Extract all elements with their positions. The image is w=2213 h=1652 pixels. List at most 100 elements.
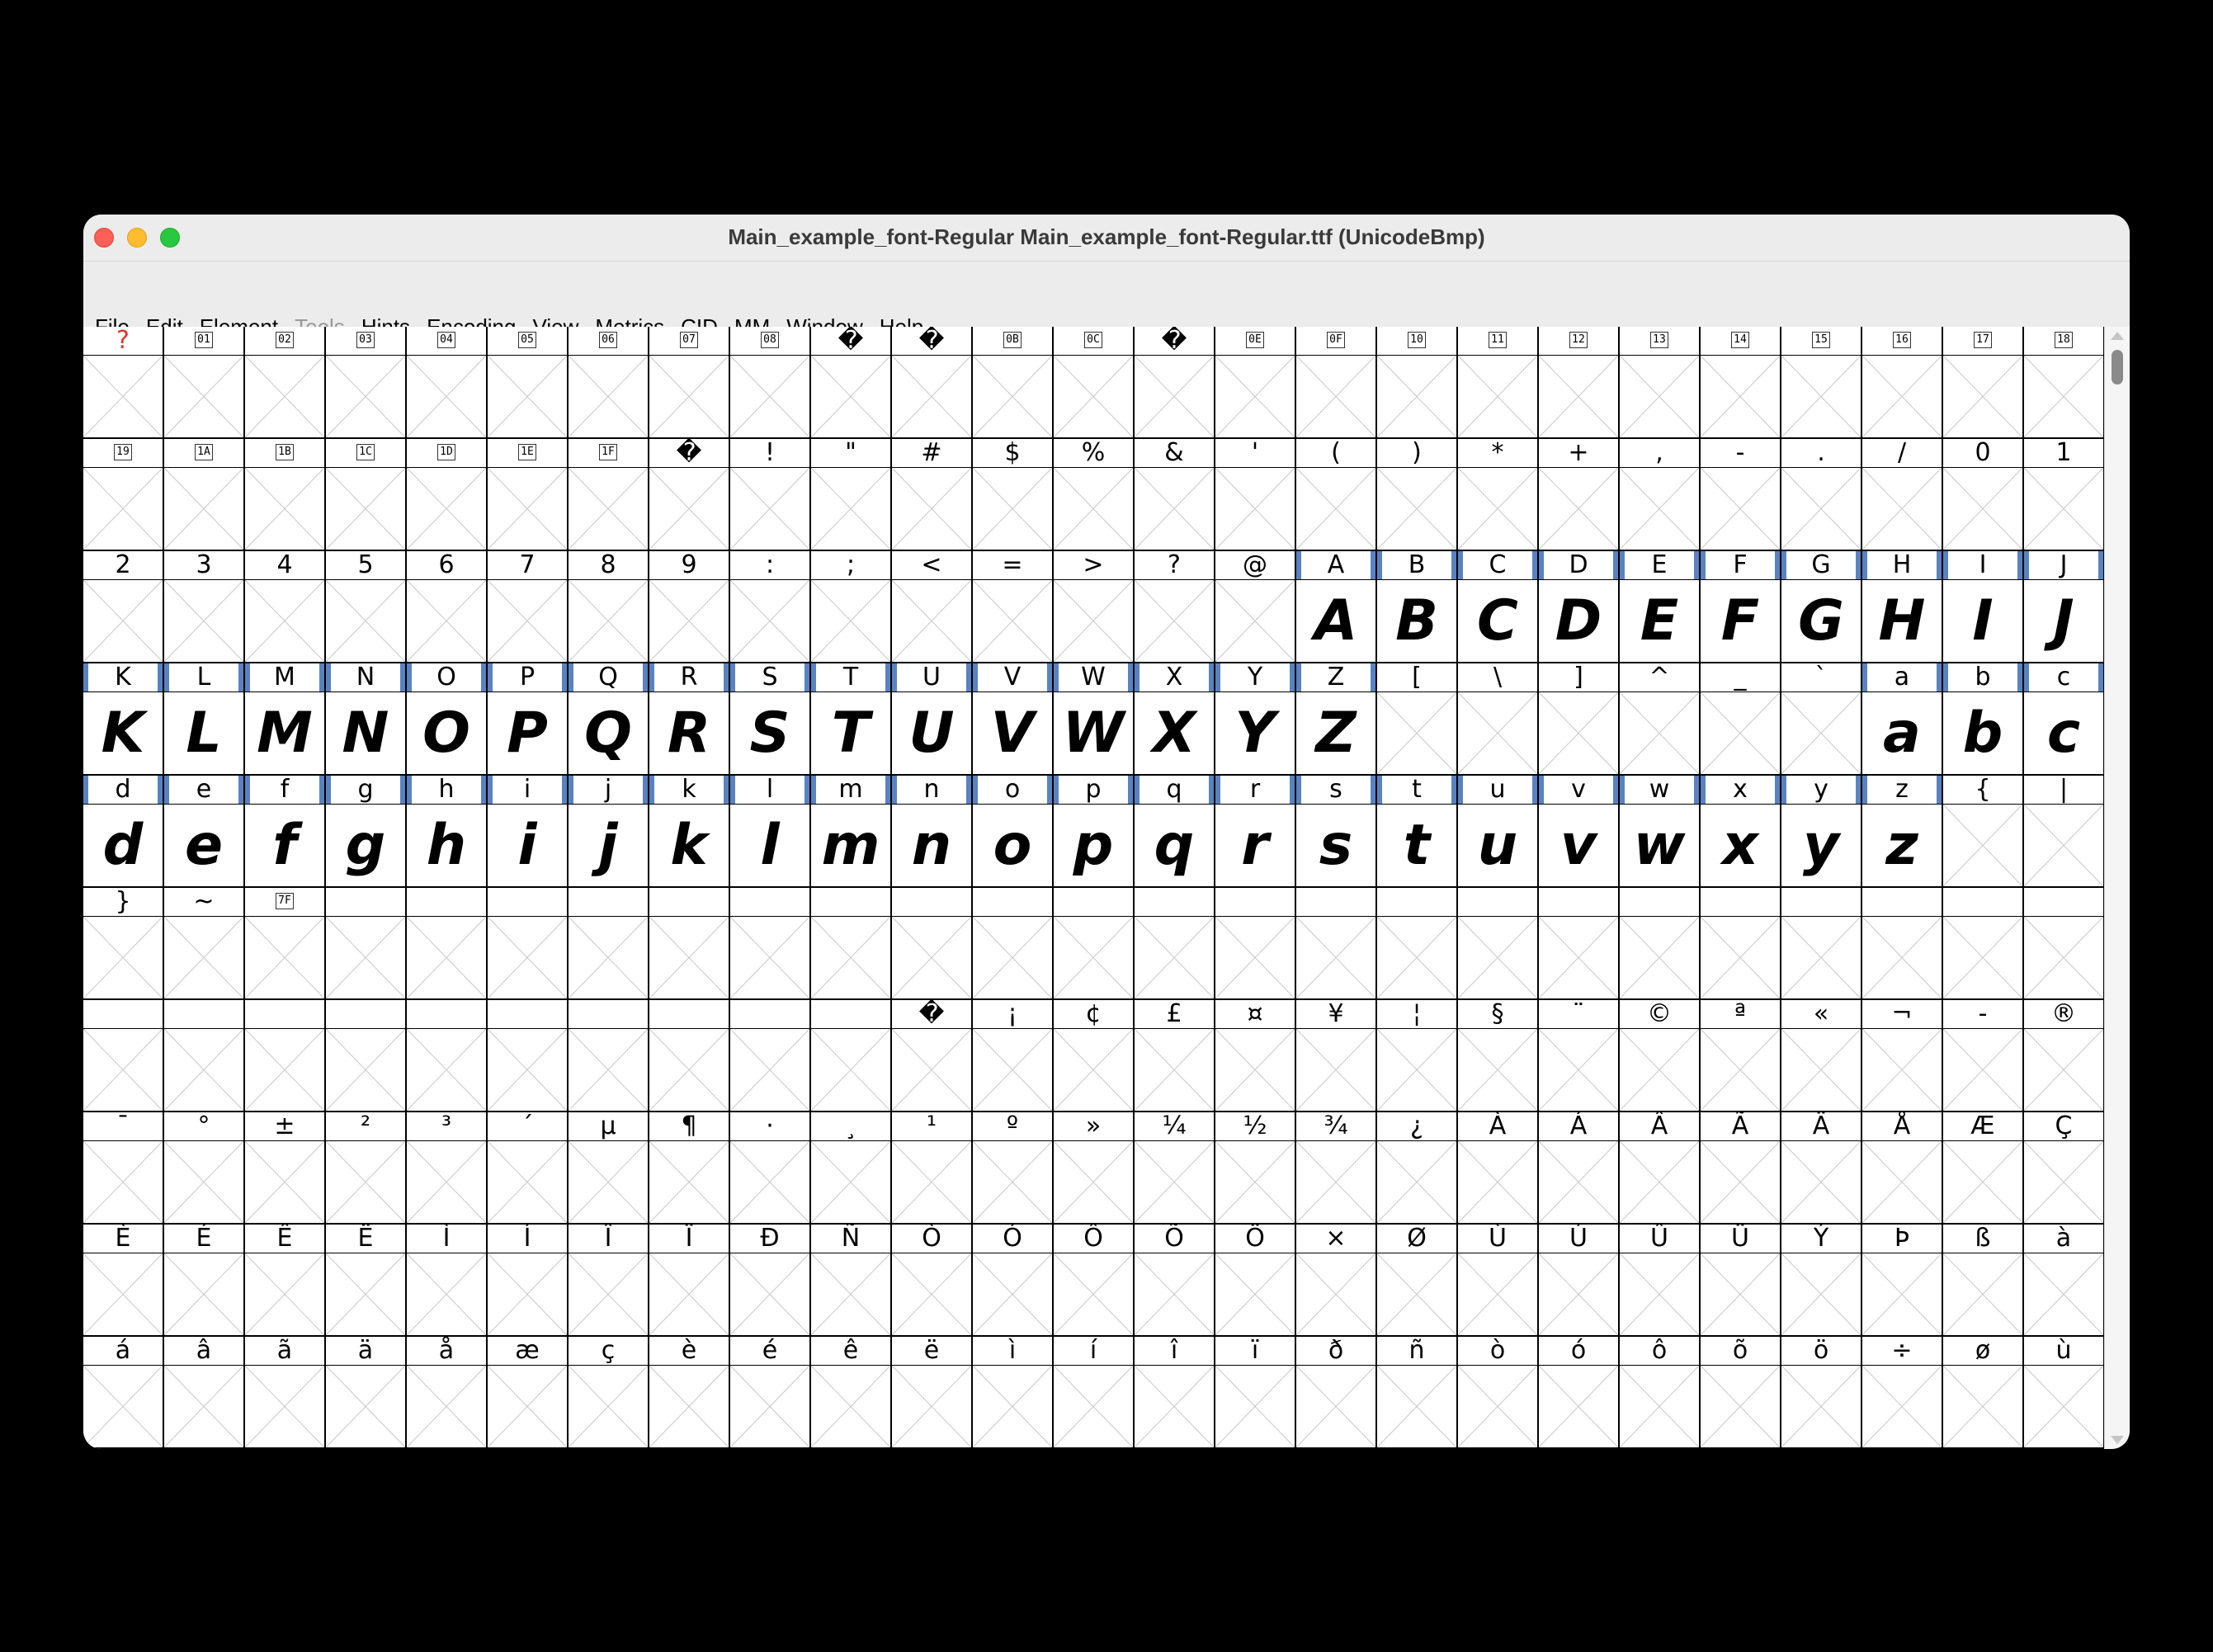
glyph-cell[interactable]: £ [1135, 1000, 1215, 1112]
glyph-cell[interactable] [1054, 888, 1135, 1000]
glyph-cell[interactable]: nn [892, 776, 973, 888]
glyph-cell[interactable]: ss [1296, 776, 1377, 888]
glyph-cell[interactable]: 15 [1781, 327, 1862, 439]
glyph-cell[interactable]: 5 [326, 551, 407, 663]
glyph-cell[interactable]: KK [83, 663, 164, 776]
glyph-cell[interactable]: Í [488, 1225, 569, 1337]
glyph-cell[interactable]: Ö [1215, 1225, 1296, 1337]
glyph-cell[interactable]: MM [245, 663, 326, 776]
glyph-cell[interactable]: õ [1701, 1337, 1781, 1449]
glyph-cell[interactable]: " [811, 439, 892, 551]
glyph-cell[interactable] [1701, 888, 1781, 1000]
glyph-cell[interactable]: RR [649, 663, 730, 776]
glyph-cell[interactable]: 0B [973, 327, 1054, 439]
glyph-cell[interactable]: ¦ [1377, 1000, 1458, 1112]
glyph-cell[interactable]: Ø [1377, 1225, 1458, 1337]
glyph-cell[interactable]: 12 [1539, 327, 1620, 439]
glyph-cell[interactable]: 1D [407, 439, 488, 551]
glyph-cell[interactable]: ì [973, 1337, 1054, 1449]
glyph-cell[interactable]: ¨ [1539, 1000, 1620, 1112]
glyph-cell[interactable]: 04 [407, 327, 488, 439]
glyph-cell[interactable]: á [83, 1337, 164, 1449]
glyph-cell[interactable] [1620, 888, 1701, 1000]
glyph-cell[interactable]: 1B [245, 439, 326, 551]
glyph-cell[interactable]: Ú [1539, 1225, 1620, 1337]
glyph-cell[interactable]: = [973, 551, 1054, 663]
glyph-cell[interactable]: : [730, 551, 811, 663]
glyph-cell[interactable]: Ò [892, 1225, 973, 1337]
glyph-cell[interactable] [245, 1000, 326, 1112]
glyph-cell[interactable]: æ [488, 1337, 569, 1449]
glyph-cell[interactable]: . [1781, 439, 1862, 551]
glyph-cell[interactable]: * [1458, 439, 1539, 551]
glyph-cell[interactable]: II [1943, 551, 2024, 663]
glyph-cell[interactable]: ll [730, 776, 811, 888]
glyph-cell[interactable]: DD [1539, 551, 1620, 663]
glyph-cell[interactable]: ê [811, 1337, 892, 1449]
glyph-cell[interactable]: ¶ [649, 1112, 730, 1225]
glyph-cell[interactable]: À [1458, 1112, 1539, 1225]
glyph-cell[interactable]: / [1862, 439, 1943, 551]
glyph-cell[interactable]: } [83, 888, 164, 1000]
glyph-cell[interactable]: 1E [488, 439, 569, 551]
glyph-cell[interactable]: Â [1620, 1112, 1701, 1225]
glyph-cell[interactable]: 08 [730, 327, 811, 439]
glyph-cell[interactable]: ( [1296, 439, 1377, 551]
glyph-cell[interactable]: î [1135, 1337, 1215, 1449]
glyph-cell[interactable]: ' [1215, 439, 1296, 551]
glyph-cell[interactable]: kk [649, 776, 730, 888]
glyph-cell[interactable]: JJ [2024, 551, 2105, 663]
glyph-cell[interactable]: ë [892, 1337, 973, 1449]
glyph-cell[interactable]: ó [1539, 1337, 1620, 1449]
glyph-cell[interactable]: 3 [164, 551, 245, 663]
glyph-cell[interactable]: ¥ [1296, 1000, 1377, 1112]
glyph-cell[interactable]: 0F [1296, 327, 1377, 439]
glyph-cell[interactable]: jj [569, 776, 649, 888]
glyph-cell[interactable] [488, 1000, 569, 1112]
glyph-cell[interactable]: ° [164, 1112, 245, 1225]
glyph-cell[interactable]: 07 [649, 327, 730, 439]
glyph-cell[interactable]: AA [1296, 551, 1377, 663]
glyph-cell[interactable]: QQ [569, 663, 649, 776]
glyph-cell[interactable]: ? [1135, 551, 1215, 663]
glyph-cell[interactable]: 02 [245, 327, 326, 439]
glyph-cell[interactable]: � [1135, 327, 1215, 439]
glyph-cell[interactable]: VV [973, 663, 1054, 776]
glyph-cell[interactable] [649, 1000, 730, 1112]
glyph-cell[interactable]: » [1054, 1112, 1135, 1225]
glyph-cell[interactable]: Þ [1862, 1225, 1943, 1337]
glyph-cell[interactable]: ñ [1377, 1337, 1458, 1449]
glyph-cell[interactable]: ø [1943, 1337, 2024, 1449]
glyph-cell[interactable]: « [1781, 1000, 1862, 1112]
glyph-cell[interactable]: è [649, 1337, 730, 1449]
glyph-cell[interactable] [1943, 888, 2024, 1000]
glyph-cell[interactable] [1862, 888, 1943, 1000]
glyph-cell[interactable] [1458, 888, 1539, 1000]
glyph-cell[interactable]: Î [569, 1225, 649, 1337]
glyph-cell[interactable]: 9 [649, 551, 730, 663]
glyph-cell[interactable]: ff [245, 776, 326, 888]
glyph-cell[interactable]: 1 [2024, 439, 2105, 551]
glyph-cell[interactable]: YY [1215, 663, 1296, 776]
scroll-down-arrow-icon[interactable] [2111, 1436, 2124, 1444]
glyph-cell[interactable] [164, 1000, 245, 1112]
glyph-cell[interactable]: - [1701, 439, 1781, 551]
glyph-cell[interactable]: � [649, 439, 730, 551]
glyph-cell[interactable]: ª [1701, 1000, 1781, 1112]
glyph-cell[interactable]: 1C [326, 439, 407, 551]
glyph-cell[interactable]: 4 [245, 551, 326, 663]
glyph-cell[interactable]: oo [973, 776, 1054, 888]
glyph-cell[interactable]: HH [1862, 551, 1943, 663]
glyph-cell[interactable]: | [2024, 776, 2105, 888]
glyph-cell[interactable]: ee [164, 776, 245, 888]
glyph-cell[interactable]: ï [1215, 1337, 1296, 1449]
glyph-cell[interactable]: @ [1215, 551, 1296, 663]
glyph-cell[interactable]: uu [1458, 776, 1539, 888]
glyph-cell[interactable]: aa [1862, 663, 1943, 776]
glyph-cell[interactable]: É [164, 1225, 245, 1337]
glyph-cell[interactable]: & [1135, 439, 1215, 551]
glyph-cell[interactable]: 1F [569, 439, 649, 551]
glyph-cell[interactable]: Ä [1781, 1112, 1862, 1225]
glyph-cell[interactable]: å [407, 1337, 488, 1449]
glyph-cell[interactable]: × [1296, 1225, 1377, 1337]
